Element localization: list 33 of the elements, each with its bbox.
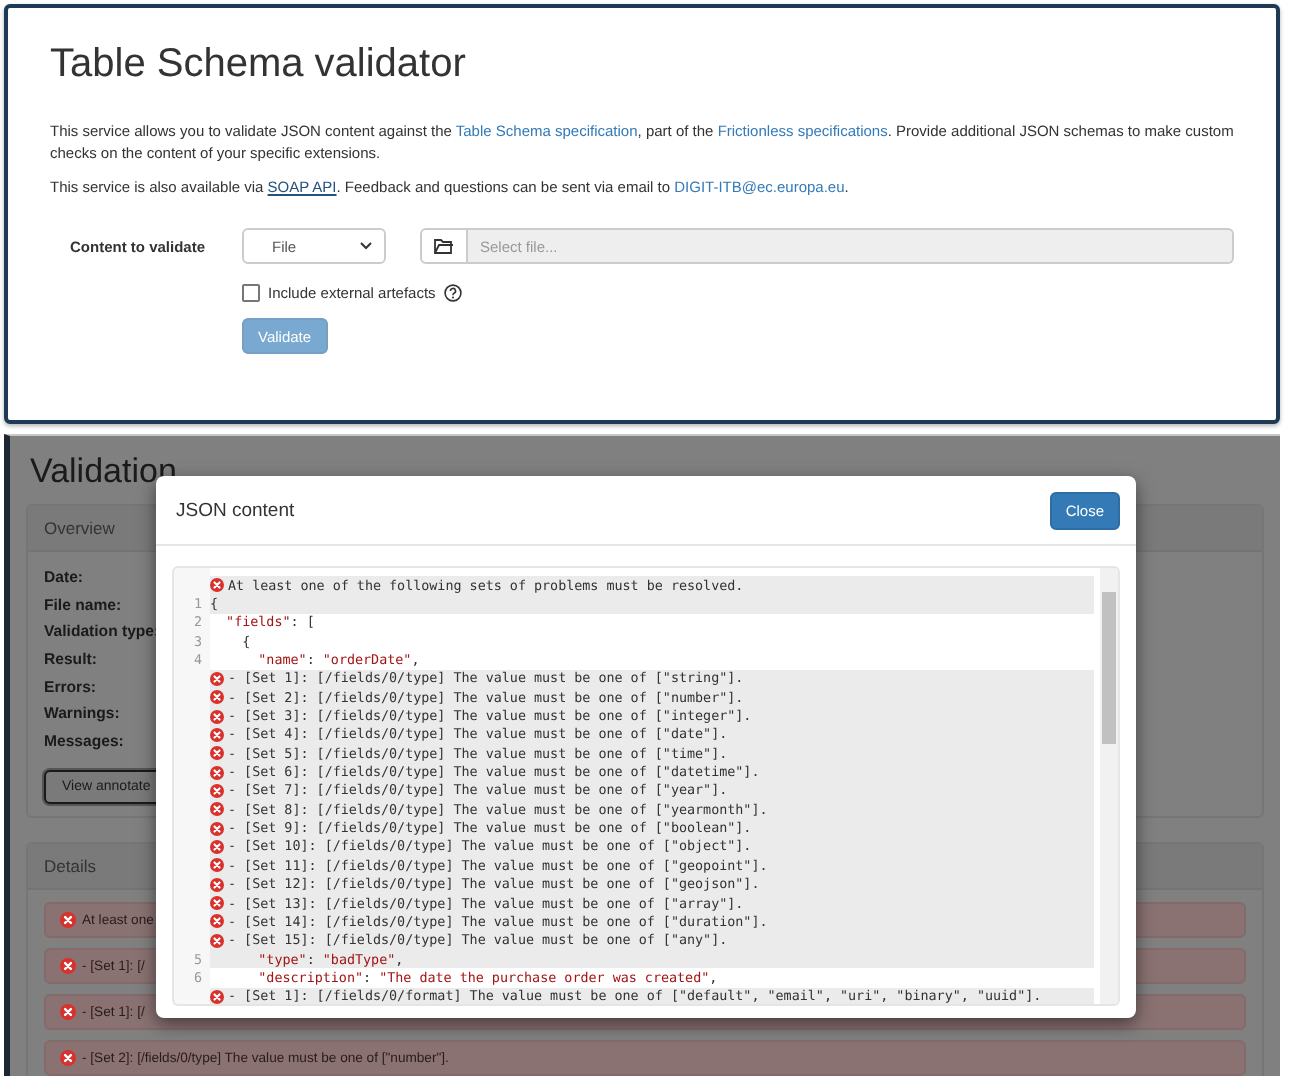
error-icon (210, 578, 224, 593)
panel-title: Overview (44, 518, 115, 538)
error-icon (210, 933, 224, 948)
error-icon (210, 690, 224, 705)
error-icon (210, 765, 224, 780)
scrollbar[interactable] (1100, 568, 1118, 1004)
error-icon (210, 839, 224, 854)
chevron-down-icon (360, 242, 372, 250)
page-title: Table Schema validator (50, 42, 468, 88)
code-editor[interactable] (172, 566, 1120, 1006)
error-icon (60, 1004, 76, 1021)
error-icon (210, 746, 224, 761)
error-icon (210, 821, 224, 836)
panel-title: Details (44, 856, 96, 877)
help-icon[interactable] (443, 284, 462, 302)
error-icon (60, 912, 76, 929)
folder-icon (434, 238, 454, 254)
error-icon (210, 858, 224, 873)
error-icon (60, 958, 76, 975)
error-icon (210, 896, 224, 911)
error-icon (60, 1050, 76, 1067)
error-icon (210, 709, 224, 724)
dialog-title: JSON content (176, 499, 295, 521)
browse-button[interactable] (420, 228, 468, 264)
error-icon (210, 802, 224, 817)
section-title: Validation (30, 452, 179, 494)
error-icon (210, 783, 224, 798)
checkbox[interactable] (242, 284, 260, 302)
error-icon (210, 727, 224, 742)
error-icon (210, 989, 224, 1004)
error-icon (210, 877, 224, 892)
error-icon (210, 914, 224, 929)
error-icon (210, 671, 224, 686)
